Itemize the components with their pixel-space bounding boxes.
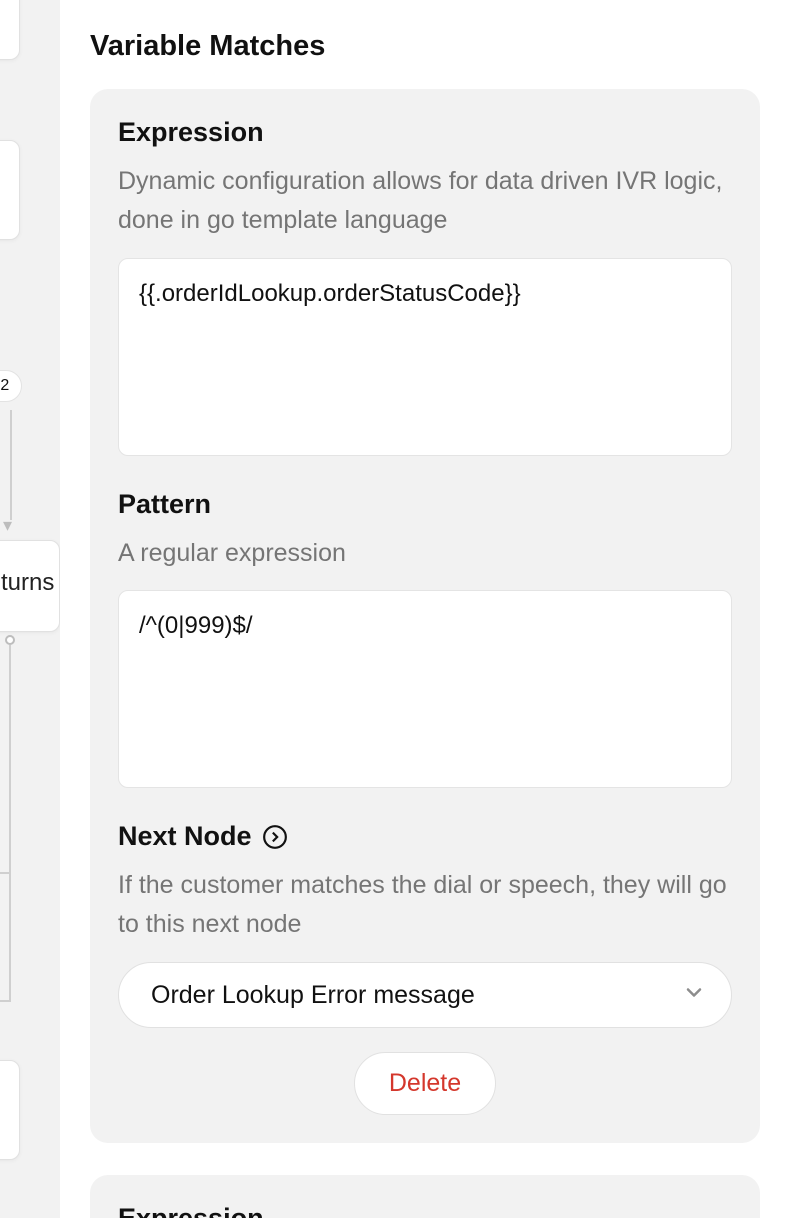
canvas-node-turns[interactable]: turns S xyxy=(0,540,60,632)
next-node-label: Next Node xyxy=(118,821,732,852)
canvas-node-ghost-2[interactable] xyxy=(0,140,20,240)
canvas-option-pill[interactable]: ess 2 xyxy=(0,370,22,402)
expression-input[interactable] xyxy=(118,258,732,456)
expression-label: Expression xyxy=(118,117,732,148)
pattern-help-text: A regular expression xyxy=(118,534,732,573)
canvas-node-label: turns S xyxy=(1,569,60,596)
pattern-input[interactable] xyxy=(118,590,732,788)
variable-match-card-2: Expression xyxy=(90,1175,760,1218)
canvas-connector-5 xyxy=(9,872,11,1002)
delete-button[interactable]: Delete xyxy=(354,1052,496,1115)
canvas-pill-label: ess 2 xyxy=(0,377,9,394)
canvas-connector-3 xyxy=(9,645,11,875)
expression-label-2: Expression xyxy=(118,1203,732,1218)
variable-match-card: Expression Dynamic configuration allows … xyxy=(90,89,760,1143)
chevron-right-circle-icon[interactable] xyxy=(262,824,288,850)
canvas-port-dot[interactable] xyxy=(5,635,15,645)
flow-canvas-background: ess 2 ▾ turns S xyxy=(0,0,60,1218)
canvas-node-ghost-bottom[interactable] xyxy=(0,1060,20,1160)
next-node-select[interactable]: Order Lookup Error message xyxy=(118,962,732,1028)
next-node-select-wrap: Order Lookup Error message xyxy=(118,962,732,1028)
canvas-node-ghost-top[interactable] xyxy=(0,0,20,60)
canvas-connector-2 xyxy=(10,410,12,520)
arrow-down-icon: ▾ xyxy=(3,516,12,534)
pattern-label: Pattern xyxy=(118,489,732,520)
expression-help-text: Dynamic configuration allows for data dr… xyxy=(118,162,732,240)
next-node-help-text: If the customer matches the dial or spee… xyxy=(118,866,732,944)
canvas-connector-6h xyxy=(0,1000,10,1002)
section-title-variable-matches: Variable Matches xyxy=(90,30,760,63)
next-node-label-text: Next Node xyxy=(118,821,252,852)
node-editor-panel: Variable Matches Expression Dynamic conf… xyxy=(60,0,790,1218)
